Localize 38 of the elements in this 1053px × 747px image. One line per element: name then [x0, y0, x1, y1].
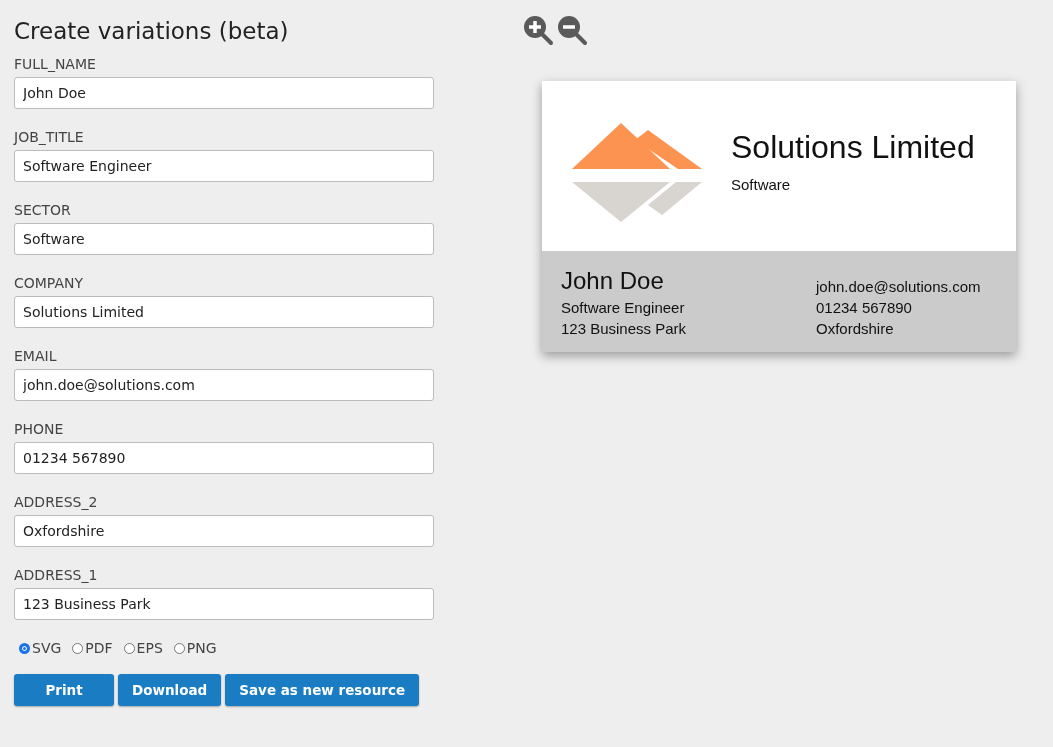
radio-label: PDF [85, 640, 113, 656]
field-label: EMAIL [14, 348, 58, 364]
field-label: ADDRESS_1 [14, 567, 99, 583]
input-field[interactable]: John Doe [14, 77, 434, 109]
radio-label: PNG [186, 640, 217, 656]
action-button[interactable]: Download [118, 674, 222, 706]
input-field[interactable]: 123 Business Park [14, 588, 434, 620]
input-field[interactable]: john.doe@solutions.com [14, 369, 434, 401]
company-name: Solutions Limited [731, 129, 975, 166]
radio-label: EPS [136, 640, 163, 656]
input-field[interactable]: Solutions Limited [14, 296, 434, 328]
field-label: PHONE [14, 421, 65, 437]
field-label: ADDRESS_2 [14, 494, 99, 510]
field-label: COMPANY [14, 275, 85, 291]
address-text: Oxfordshire [816, 319, 895, 339]
field-label: FULL_NAME [14, 56, 97, 72]
radio-label: SVG [32, 640, 62, 656]
job-title-text: Software Engineer [561, 298, 686, 318]
input-field[interactable]: Software [14, 223, 434, 255]
sector-text: Software [731, 176, 792, 193]
field-label: SECTOR [14, 202, 72, 218]
zoom-in-icon[interactable] [522, 14, 554, 46]
radio-button[interactable] [123, 642, 135, 654]
action-button[interactable]: Print [14, 674, 114, 706]
phone-text: 01234 567890 [816, 298, 913, 318]
input-field[interactable]: Software Engineer [14, 150, 434, 182]
address-text: 123 Business Park [561, 319, 688, 339]
email-text: john.doe@solutions.com [816, 277, 981, 297]
person-name: John Doe [561, 267, 665, 295]
input-field[interactable]: 01234 567890 [14, 442, 434, 474]
radio-button[interactable] [19, 642, 30, 654]
zoom-out-icon[interactable] [556, 14, 588, 46]
input-field[interactable]: Oxfordshire [14, 515, 434, 547]
page-title: Create variations (beta) [14, 18, 290, 44]
field-label: JOB_TITLE [14, 129, 85, 145]
radio-button[interactable] [173, 642, 185, 654]
action-button[interactable]: Save as new resource [225, 674, 420, 706]
radio-button[interactable] [72, 642, 84, 654]
